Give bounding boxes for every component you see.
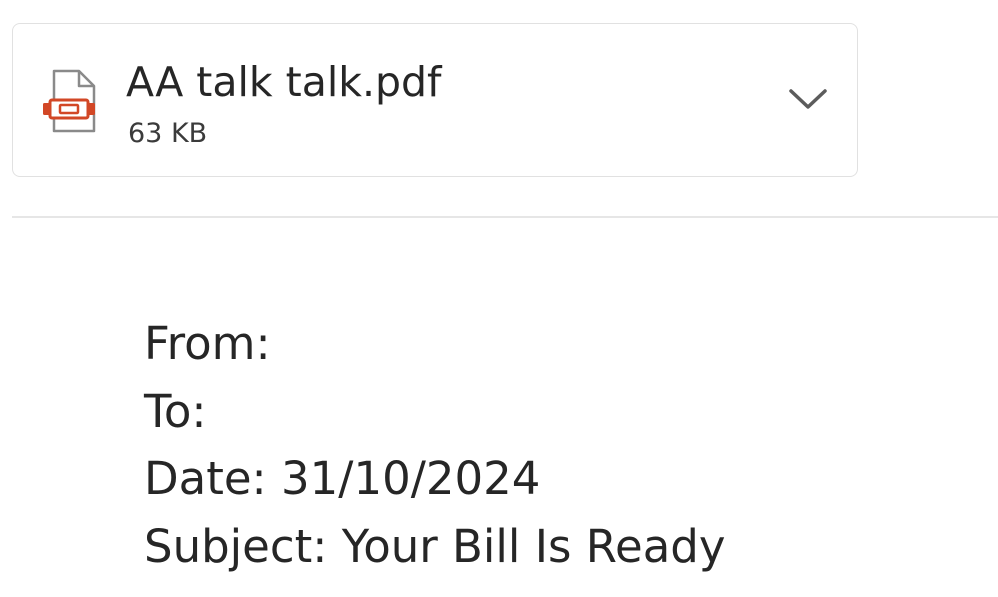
pdf-file-icon [41,69,99,135]
forwarded-message-header: From: To: Date: 31/10/2024 Subject: Your… [144,310,725,580]
attachment-file-name: AA talk talk.pdf [126,58,442,106]
chevron-down-icon [786,85,830,117]
attachment-options-button[interactable] [773,74,843,128]
attachment-file-size: 63 KB [128,118,208,149]
divider [12,216,998,218]
subject-line: Subject: Your Bill Is Ready [144,519,726,573]
from-line: From: [144,317,271,370]
email-reading-pane: AA talk talk.pdf 63 KB From: To: Date: 3… [0,0,998,597]
date-line: Date: 31/10/2024 [144,452,541,505]
attachment-card[interactable]: AA talk talk.pdf 63 KB [12,23,858,177]
to-line: To: [144,384,207,438]
